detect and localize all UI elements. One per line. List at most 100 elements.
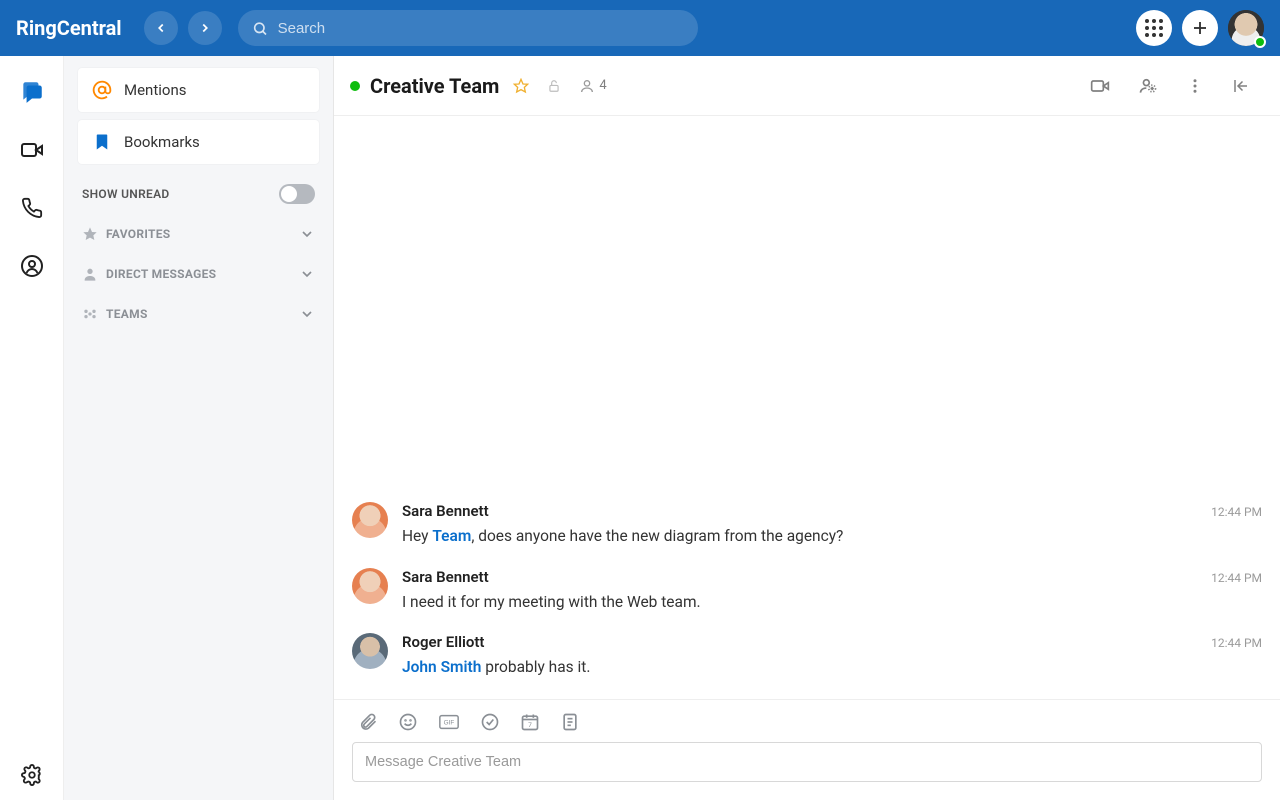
message-author: Roger Elliott xyxy=(402,633,484,651)
message-text: John Smith probably has it. xyxy=(402,657,1262,679)
contact-icon xyxy=(20,254,44,278)
presence-indicator xyxy=(1254,36,1266,48)
video-outline-icon xyxy=(1090,76,1110,96)
chevron-right-icon xyxy=(198,21,212,35)
rail-video-button[interactable] xyxy=(16,134,48,166)
person-outline-icon xyxy=(579,78,595,94)
teams-icon xyxy=(82,306,98,322)
member-count: 4 xyxy=(599,78,606,93)
event-button[interactable]: 7 xyxy=(520,712,540,732)
search-input[interactable] xyxy=(278,20,684,37)
dialpad-icon xyxy=(1145,19,1163,37)
star-outline-icon xyxy=(513,78,529,94)
message-author: Sara Bennett xyxy=(402,568,489,586)
attach-button[interactable] xyxy=(358,712,378,732)
mention[interactable]: Team xyxy=(432,527,471,545)
profile-avatar-button[interactable] xyxy=(1228,10,1264,46)
favorite-button[interactable] xyxy=(509,74,533,98)
message-input[interactable] xyxy=(352,742,1262,782)
message-text: Hey Team, does anyone have the new diagr… xyxy=(402,526,1262,548)
phone-icon xyxy=(21,197,43,219)
collapse-panel-button[interactable] xyxy=(1228,73,1254,99)
message-avatar[interactable] xyxy=(352,633,388,669)
start-video-button[interactable] xyxy=(1086,72,1114,100)
sidebar-bookmarks[interactable]: Bookmarks xyxy=(78,120,319,164)
nav-forward-button[interactable] xyxy=(188,11,222,45)
top-bar: RingCentral xyxy=(0,0,1280,56)
message-body: Sara Bennett12:44 PMI need it for my mee… xyxy=(402,568,1262,614)
rail-message-button[interactable] xyxy=(16,76,48,108)
message-time: 12:44 PM xyxy=(1211,505,1262,519)
chevron-down-icon xyxy=(299,306,315,322)
check-circle-icon xyxy=(480,712,500,732)
chevron-left-icon xyxy=(154,21,168,35)
nav-back-button[interactable] xyxy=(144,11,178,45)
search-field[interactable] xyxy=(238,10,698,46)
add-people-button[interactable] xyxy=(1134,72,1162,100)
note-button[interactable] xyxy=(560,712,580,732)
section-dm-label: DIRECT MESSAGES xyxy=(106,267,291,281)
section-direct-messages[interactable]: DIRECT MESSAGES xyxy=(72,256,325,292)
message-body: Roger Elliott 12:44 PM John Smith probably… xyxy=(402,633,1262,679)
video-icon xyxy=(20,138,44,162)
paperclip-icon xyxy=(358,712,378,732)
svg-text:7: 7 xyxy=(528,721,532,729)
more-button[interactable] xyxy=(1182,73,1208,99)
message-time: 12:44 PM xyxy=(1211,571,1262,585)
note-icon xyxy=(560,712,580,732)
sidebar-mentions[interactable]: Mentions xyxy=(78,68,319,112)
task-button[interactable] xyxy=(480,712,500,732)
sidebar-bookmarks-label: Bookmarks xyxy=(124,133,200,151)
team-name: Creative Team xyxy=(370,74,499,98)
message-row: Sara Bennett 12:44 PM Hey Team, does anyon… xyxy=(352,492,1262,558)
privacy-button[interactable] xyxy=(543,75,565,97)
message-list: Sara Bennett 12:44 PM Hey Team, does anyon… xyxy=(334,116,1280,699)
message-author: Sara Bennett xyxy=(402,502,489,520)
search-icon xyxy=(252,20,268,37)
star-icon xyxy=(82,226,98,242)
message-row: Roger Elliott 12:44 PM John Smith probably… xyxy=(352,623,1262,689)
gear-icon xyxy=(21,764,43,786)
nav-rail xyxy=(0,56,64,800)
mention[interactable]: John Smith xyxy=(402,658,481,676)
sidebar-mentions-label: Mentions xyxy=(124,81,186,99)
person-icon xyxy=(82,266,98,282)
message-avatar[interactable] xyxy=(352,568,388,604)
chat-panel: Creative Team 4 xyxy=(334,56,1280,800)
section-teams[interactable]: TEAMS xyxy=(72,296,325,332)
composer: GIF 7 xyxy=(334,699,1280,800)
members-button[interactable]: 4 xyxy=(575,74,610,98)
section-teams-label: TEAMS xyxy=(106,307,291,321)
dialpad-button[interactable] xyxy=(1136,10,1172,46)
at-icon xyxy=(92,80,112,100)
bookmark-icon xyxy=(92,133,112,151)
calendar-icon: 7 xyxy=(520,712,540,732)
add-person-icon xyxy=(1138,76,1158,96)
message-time: 12:44 PM xyxy=(1211,636,1262,650)
new-actions-button[interactable] xyxy=(1182,10,1218,46)
show-unread-toggle[interactable] xyxy=(279,184,315,204)
chevron-down-icon xyxy=(299,266,315,282)
svg-text:GIF: GIF xyxy=(444,720,455,727)
message-row: Sara Bennett12:44 PMI need it for my mee… xyxy=(352,558,1262,624)
rail-contacts-button[interactable] xyxy=(16,250,48,282)
more-vertical-icon xyxy=(1186,77,1204,95)
emoji-button[interactable] xyxy=(398,712,418,732)
rail-settings-button[interactable] xyxy=(16,768,48,800)
message-avatar[interactable] xyxy=(352,502,388,538)
section-favorites-label: FAVORITES xyxy=(106,227,291,241)
brand-logo: RingCentral xyxy=(16,16,122,40)
gif-icon: GIF xyxy=(438,712,460,732)
team-presence-dot xyxy=(350,81,360,91)
gif-button[interactable]: GIF xyxy=(438,712,460,732)
message-icon xyxy=(19,79,45,105)
chat-header: Creative Team 4 xyxy=(334,56,1280,116)
message-body: Sara Bennett 12:44 PM Hey Team, does anyon… xyxy=(402,502,1262,548)
section-favorites[interactable]: FAVORITES xyxy=(72,216,325,252)
emoji-icon xyxy=(398,712,418,732)
chevron-down-icon xyxy=(299,226,315,242)
conversation-sidebar: Mentions Bookmarks SHOW UNREAD FAVORITES… xyxy=(64,56,334,800)
lock-open-icon xyxy=(547,79,561,93)
rail-phone-button[interactable] xyxy=(16,192,48,224)
plus-icon xyxy=(1191,19,1209,37)
